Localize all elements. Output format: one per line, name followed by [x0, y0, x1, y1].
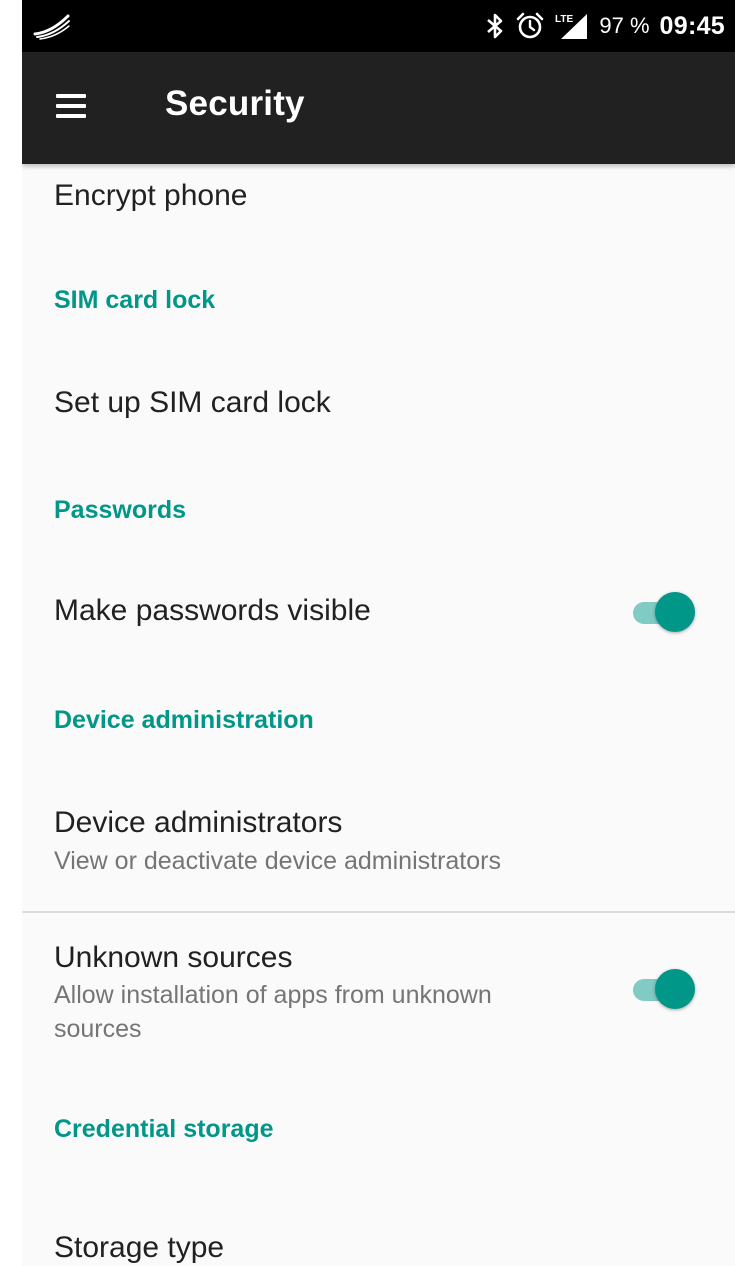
setting-encrypt-phone[interactable]: Encrypt phone — [22, 164, 735, 244]
setting-make-passwords-visible[interactable]: Make passwords visible — [22, 564, 735, 664]
battery-percentage: 97 % — [599, 13, 650, 38]
setting-unknown-sources[interactable]: Unknown sources Allow installation of ap… — [22, 913, 735, 1073]
setting-set-up-sim-card-lock[interactable]: Set up SIM card lock — [22, 354, 735, 454]
security-settings-screen: LTE 97 % 09:45 Security Encrypt phone SI… — [22, 0, 735, 1266]
swype-icon — [33, 14, 70, 40]
setting-title: Set up SIM card lock — [54, 386, 331, 419]
category-passwords: Passwords — [22, 454, 735, 564]
category-title: SIM card lock — [54, 286, 216, 314]
page-title: Security — [165, 84, 305, 123]
svg-text:LTE: LTE — [555, 14, 573, 25]
make-passwords-visible-switch[interactable] — [633, 592, 697, 632]
unknown-sources-switch[interactable] — [633, 969, 697, 1009]
setting-title: Storage type — [54, 1231, 225, 1264]
setting-title: Make passwords visible — [54, 594, 371, 627]
switch-thumb — [655, 969, 695, 1009]
status-bar: LTE 97 % 09:45 — [22, 0, 735, 52]
switch-thumb — [655, 592, 695, 632]
bluetooth-icon — [487, 13, 503, 39]
setting-summary: View or deactivate device administrators — [54, 847, 501, 875]
category-device-administration: Device administration — [22, 664, 735, 774]
alarm-icon — [517, 12, 544, 39]
setting-title: Unknown sources — [54, 941, 293, 974]
app-bar: Security — [22, 52, 735, 164]
category-title: Credential storage — [54, 1115, 274, 1143]
lte-signal-icon: LTE — [555, 14, 588, 39]
setting-title: Encrypt phone — [54, 179, 248, 212]
category-sim-card-lock: SIM card lock — [22, 244, 735, 354]
setting-device-administrators[interactable]: Device administrators View or deactivate… — [22, 774, 735, 911]
setting-storage-type[interactable]: Storage type — [22, 1183, 735, 1266]
category-title: Passwords — [54, 496, 187, 524]
setting-summary: Allow installation of apps from unknown … — [54, 981, 492, 1043]
category-title: Device administration — [54, 706, 314, 734]
category-credential-storage: Credential storage — [22, 1073, 735, 1183]
status-icons: LTE 97 % 09:45 — [485, 0, 725, 52]
setting-title: Device administrators — [54, 806, 343, 839]
hamburger-menu-icon[interactable] — [56, 90, 88, 122]
clock: 09:45 — [659, 11, 725, 40]
